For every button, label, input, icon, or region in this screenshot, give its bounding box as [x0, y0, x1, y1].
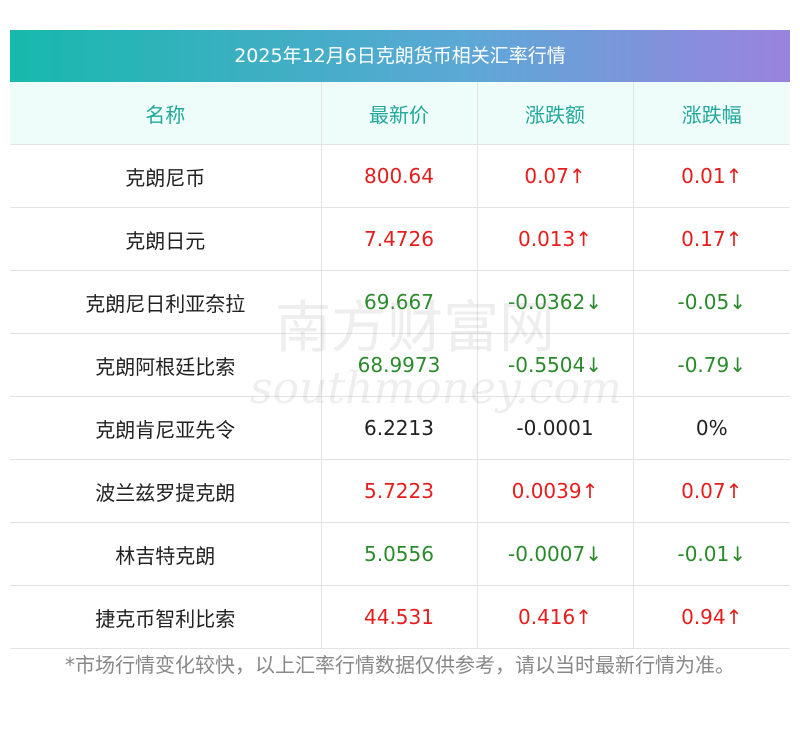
cell-price: 5.7223 [321, 459, 478, 523]
header-change: 涨跌额 [477, 82, 634, 145]
disclaimer-note: *市场行情变化较快，以上汇率行情数据仅供参考，请以当时最新行情为准。 [65, 653, 735, 677]
cell-change-pct: -0.05↓ [633, 270, 790, 334]
table-title: 2025年12月6日克朗货币相关汇率行情 [10, 30, 790, 82]
table-row: 克朗肯尼亚先令 6.2213 -0.0001 0% [10, 396, 790, 460]
table-row: 波兰兹罗提克朗 5.7223 0.0039↑ 0.07↑ [10, 459, 790, 523]
cell-change-pct: 0% [633, 396, 790, 460]
cell-change: -0.0007↓ [477, 522, 634, 586]
rates-table: 名称 最新价 涨跌额 涨跌幅 克朗尼币 800.64 0.07↑ 0.01↑ 克朗日元 7… [10, 82, 790, 649]
cell-change: 0.416↑ [477, 585, 634, 649]
cell-change: 0.07↑ [477, 144, 634, 208]
cell-name: 克朗阿根廷比索 [10, 333, 322, 397]
cell-price: 68.9973 [321, 333, 478, 397]
cell-price: 69.667 [321, 270, 478, 334]
header-change-pct: 涨跌幅 [633, 82, 790, 145]
cell-change-pct: 0.07↑ [633, 459, 790, 523]
cell-name: 克朗肯尼亚先令 [10, 396, 322, 460]
cell-name: 林吉特克朗 [10, 522, 322, 586]
cell-change: -0.0362↓ [477, 270, 634, 334]
cell-change-pct: 0.17↑ [633, 207, 790, 271]
cell-name: 克朗尼币 [10, 144, 322, 208]
cell-price: 5.0556 [321, 522, 478, 586]
table-row: 克朗日元 7.4726 0.013↑ 0.17↑ [10, 207, 790, 271]
cell-change-pct: 0.94↑ [633, 585, 790, 649]
table-row: 捷克币智利比索 44.531 0.416↑ 0.94↑ [10, 585, 790, 649]
header-price: 最新价 [321, 82, 478, 145]
cell-change: -0.0001 [477, 396, 634, 460]
cell-name: 克朗尼日利亚奈拉 [10, 270, 322, 334]
cell-change: 0.0039↑ [477, 459, 634, 523]
cell-change-pct: 0.01↑ [633, 144, 790, 208]
cell-price: 7.4726 [321, 207, 478, 271]
cell-price: 800.64 [321, 144, 478, 208]
table-row: 克朗阿根廷比索 68.9973 -0.5504↓ -0.79↓ [10, 333, 790, 397]
table-row: 林吉特克朗 5.0556 -0.0007↓ -0.01↓ [10, 522, 790, 586]
rates-panel: 2025年12月6日克朗货币相关汇率行情 名称 最新价 涨跌额 涨跌幅 克朗尼币… [10, 30, 790, 649]
cell-change: -0.5504↓ [477, 333, 634, 397]
table-row: 克朗尼币 800.64 0.07↑ 0.01↑ [10, 144, 790, 208]
cell-name: 捷克币智利比索 [10, 585, 322, 649]
cell-change: 0.013↑ [477, 207, 634, 271]
cell-change-pct: -0.79↓ [633, 333, 790, 397]
table-row: 克朗尼日利亚奈拉 69.667 -0.0362↓ -0.05↓ [10, 270, 790, 334]
cell-price: 44.531 [321, 585, 478, 649]
cell-price: 6.2213 [321, 396, 478, 460]
table-header-row: 名称 最新价 涨跌额 涨跌幅 [10, 82, 790, 145]
header-name: 名称 [10, 82, 322, 145]
cell-change-pct: -0.01↓ [633, 522, 790, 586]
cell-name: 克朗日元 [10, 207, 322, 271]
cell-name: 波兰兹罗提克朗 [10, 459, 322, 523]
